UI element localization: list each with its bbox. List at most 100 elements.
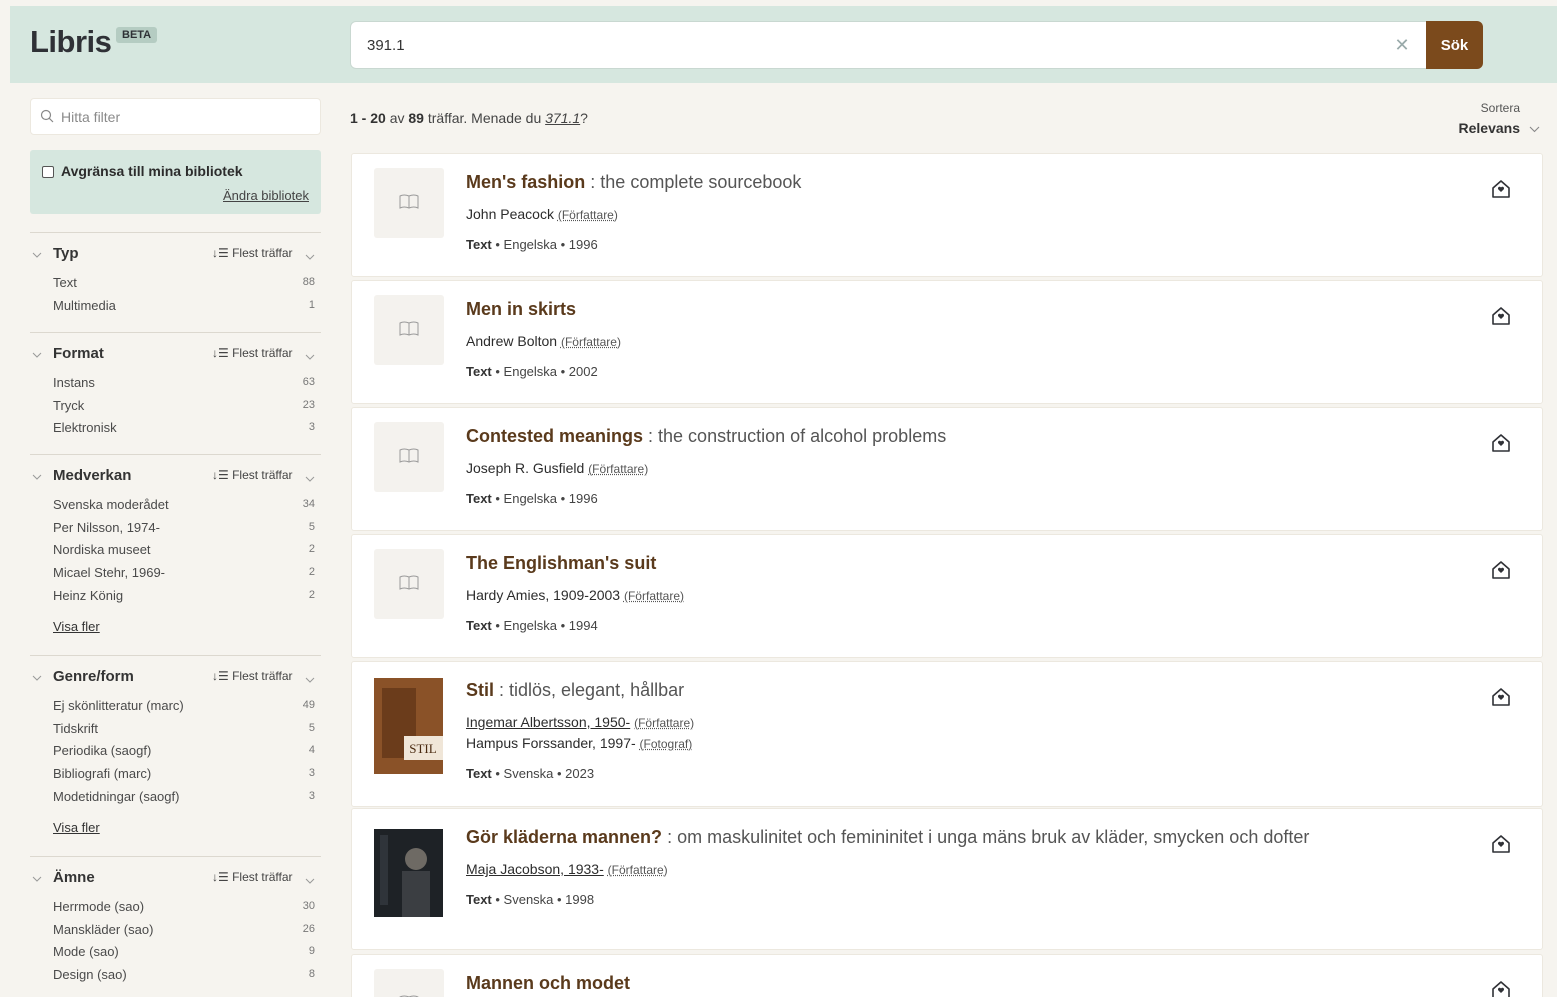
- facet-item[interactable]: Per Nilsson, 1974- 5: [53, 520, 315, 540]
- chevron-down-icon[interactable]: [305, 873, 315, 883]
- chevron-down-icon[interactable]: [305, 249, 315, 259]
- search-button[interactable]: Sök: [1426, 21, 1483, 69]
- result-title[interactable]: Stil : tidlös, elegant, hållbar: [466, 680, 684, 701]
- result-subtitle: : tidlös, elegant, hållbar: [494, 680, 684, 700]
- library-holding-icon[interactable]: [1490, 305, 1512, 327]
- result-title[interactable]: Men's fashion : the complete sourcebook: [466, 172, 801, 193]
- contributor-role[interactable]: (Fotograf): [640, 737, 693, 751]
- contributor-name: Hampus Forssander, 1997-: [466, 735, 636, 751]
- result-title[interactable]: Gör kläderna mannen? : om maskulinitet o…: [466, 827, 1309, 848]
- facet-item[interactable]: Ej skönlitteratur (marc) 49: [53, 698, 315, 718]
- result-title[interactable]: Contested meanings : the construction of…: [466, 426, 946, 447]
- facet-header[interactable]: Genre/form ↓☰ Flest träffar: [30, 668, 321, 690]
- library-holding-icon[interactable]: [1490, 178, 1512, 200]
- sort-dropdown[interactable]: Relevans: [1459, 120, 1520, 136]
- chevron-down-icon[interactable]: [305, 672, 315, 682]
- cover-image[interactable]: STIL: [374, 678, 443, 774]
- library-limit-checkbox[interactable]: [42, 166, 54, 178]
- search-input[interactable]: [351, 22, 1411, 68]
- facet-item[interactable]: Nordiska museet 2: [53, 542, 315, 562]
- contributor-name[interactable]: Maja Jacobson, 1933-: [466, 861, 604, 877]
- chevron-down-icon[interactable]: [1529, 124, 1540, 134]
- show-more-link[interactable]: Visa fler: [53, 820, 100, 835]
- library-limit-label[interactable]: Avgränsa till mina bibliotek: [61, 163, 243, 179]
- facet-item-label: Elektronisk: [53, 420, 117, 435]
- placeholder-thumbnail[interactable]: [374, 422, 444, 492]
- facet-header[interactable]: Typ ↓☰ Flest träffar: [30, 245, 321, 267]
- chevron-down-icon[interactable]: [305, 471, 315, 481]
- result-title[interactable]: Mannen och modet: [466, 973, 630, 994]
- placeholder-thumbnail[interactable]: [374, 969, 444, 997]
- result-title[interactable]: Men in skirts: [466, 299, 576, 320]
- placeholder-thumbnail[interactable]: [374, 549, 444, 619]
- result-card[interactable]: Mannen och modet: [351, 954, 1543, 997]
- facet-sort[interactable]: ↓☰ Flest träffar: [212, 870, 293, 884]
- contributor-role[interactable]: (Författare): [634, 716, 694, 730]
- facet-sort[interactable]: ↓☰ Flest träffar: [212, 346, 293, 360]
- library-holding-icon[interactable]: [1490, 979, 1512, 997]
- show-more-link[interactable]: Visa fler: [53, 619, 100, 634]
- facet-item[interactable]: Instans 63: [53, 375, 315, 395]
- chevron-down-icon[interactable]: [32, 871, 42, 881]
- result-card[interactable]: The Englishman's suit Hardy Amies, 1909-2…: [351, 534, 1543, 658]
- facet-item[interactable]: Multimedia 1: [53, 298, 315, 318]
- contributor-role[interactable]: (Författare): [624, 589, 684, 603]
- facet-item[interactable]: Svenska moderådet 34: [53, 497, 315, 517]
- facet-item[interactable]: Micael Stehr, 1969- 2: [53, 565, 315, 585]
- library-holding-icon[interactable]: [1490, 833, 1512, 855]
- facet-item[interactable]: Text 88: [53, 275, 315, 295]
- library-holding-icon[interactable]: [1490, 559, 1512, 581]
- clear-icon[interactable]: ✕: [1393, 36, 1411, 54]
- did-you-mean-link[interactable]: 371.1: [545, 110, 580, 126]
- facet-item-count: 30: [303, 900, 315, 912]
- facet-header[interactable]: Format ↓☰ Flest träffar: [30, 345, 321, 367]
- header-bar: Libris BETA ✕ Sök: [10, 6, 1557, 83]
- contributor-role[interactable]: (Författare): [608, 863, 668, 877]
- facet-item[interactable]: Tidskrift 5: [53, 721, 315, 741]
- contributor-role[interactable]: (Författare): [561, 335, 621, 349]
- facet-item[interactable]: Manskläder (sao) 26: [53, 922, 315, 942]
- facet-item[interactable]: Bibliografi (marc) 3: [53, 766, 315, 786]
- facet-header[interactable]: Medverkan ↓☰ Flest träffar: [30, 467, 321, 489]
- filter-search-input[interactable]: Hitta filter: [30, 98, 321, 135]
- library-holding-icon[interactable]: [1490, 686, 1512, 708]
- facet-sort[interactable]: ↓☰ Flest träffar: [212, 246, 293, 260]
- facet-header[interactable]: Ämne ↓☰ Flest träffar: [30, 869, 321, 891]
- facet-item[interactable]: Mode (sao) 9: [53, 944, 315, 964]
- facet-item[interactable]: Herrmode (sao) 30: [53, 899, 315, 919]
- chevron-down-icon[interactable]: [32, 347, 42, 357]
- contributor-role[interactable]: (Författare): [558, 208, 618, 222]
- contributor-name[interactable]: Ingemar Albertsson, 1950-: [466, 714, 630, 730]
- facet-sort[interactable]: ↓☰ Flest träffar: [212, 468, 293, 482]
- facet-sort[interactable]: ↓☰ Flest träffar: [212, 669, 293, 683]
- library-holding-icon[interactable]: [1490, 432, 1512, 454]
- result-card[interactable]: Contested meanings : the construction of…: [351, 407, 1543, 531]
- facet-item[interactable]: Tryck 23: [53, 398, 315, 418]
- library-limit-box: Avgränsa till mina bibliotek Ändra bibli…: [30, 150, 321, 214]
- contributor-name: Joseph R. Gusfield: [466, 460, 584, 476]
- result-title-main: Men in skirts: [466, 299, 576, 319]
- result-details: • Engelska • 1994: [492, 618, 598, 633]
- chevron-down-icon[interactable]: [32, 469, 42, 479]
- facet-item[interactable]: Design (sao) 8: [53, 967, 315, 987]
- result-title[interactable]: The Englishman's suit: [466, 553, 656, 574]
- placeholder-thumbnail[interactable]: [374, 168, 444, 238]
- placeholder-thumbnail[interactable]: [374, 295, 444, 365]
- change-libraries-link[interactable]: Ändra bibliotek: [223, 188, 309, 203]
- result-card[interactable]: Men in skirts Andrew Bolton (Författare) T…: [351, 280, 1543, 404]
- chevron-down-icon[interactable]: [32, 670, 42, 680]
- contributor-role[interactable]: (Författare): [588, 462, 648, 476]
- facet-item[interactable]: Modetidningar (saogf) 3: [53, 789, 315, 809]
- facet-item-label: Nordiska museet: [53, 542, 151, 557]
- result-card[interactable]: STIL Stil : tidlös, elegant, hållbar Ingem…: [351, 661, 1543, 807]
- result-card[interactable]: Gör kläderna mannen? : om maskulinitet o…: [351, 808, 1543, 950]
- chevron-down-icon[interactable]: [32, 247, 42, 257]
- facet-item[interactable]: Heinz König 2: [53, 588, 315, 608]
- result-card[interactable]: Men's fashion : the complete sourcebook J…: [351, 153, 1543, 277]
- facet-item[interactable]: Elektronisk 3: [53, 420, 315, 440]
- cover-image[interactable]: [374, 825, 443, 921]
- chevron-down-icon[interactable]: [305, 349, 315, 359]
- facet-item-count: 9: [309, 945, 315, 957]
- libris-logo[interactable]: Libris: [30, 24, 111, 60]
- facet-item[interactable]: Periodika (saogf) 4: [53, 743, 315, 763]
